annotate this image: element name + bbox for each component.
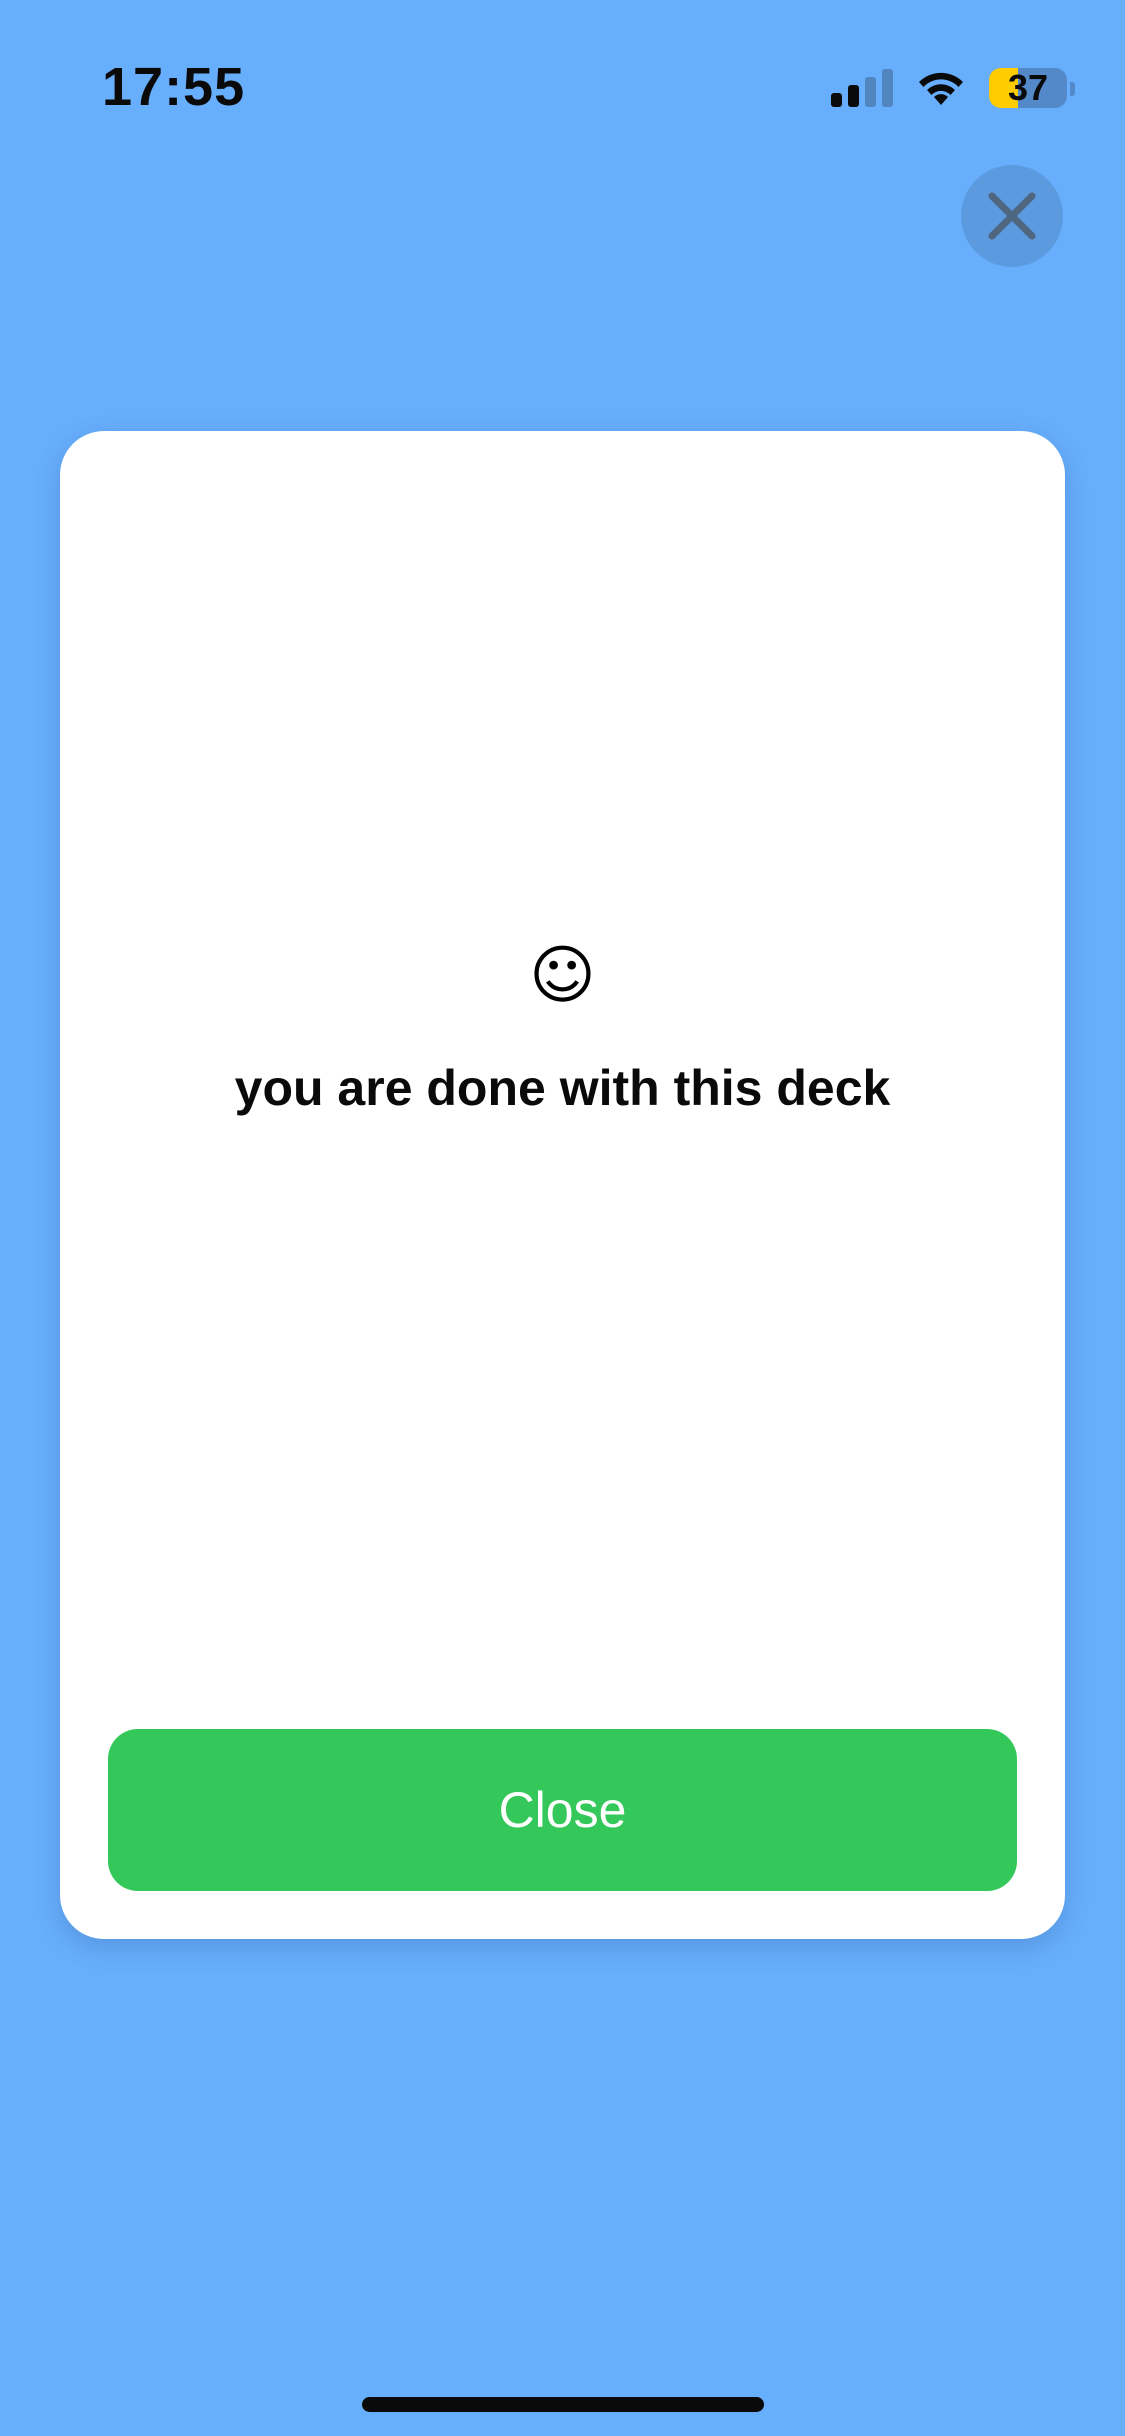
smiley-icon: ☺: [529, 939, 596, 1013]
status-icons: 37: [831, 66, 1075, 110]
completion-message: you are done with this deck: [234, 1060, 891, 1116]
close-icon: [988, 192, 1036, 240]
dismiss-button[interactable]: [961, 165, 1063, 267]
completion-card: ☺ you are done with this deck Close: [60, 431, 1065, 1939]
home-indicator[interactable]: [362, 2397, 764, 2412]
close-button[interactable]: Close: [108, 1729, 1017, 1891]
status-time: 17:55: [102, 57, 246, 117]
battery-level: 37: [1007, 68, 1049, 108]
wifi-icon: [915, 69, 967, 107]
battery-icon: 37: [989, 68, 1067, 108]
cellular-signal-icon: [831, 69, 893, 107]
